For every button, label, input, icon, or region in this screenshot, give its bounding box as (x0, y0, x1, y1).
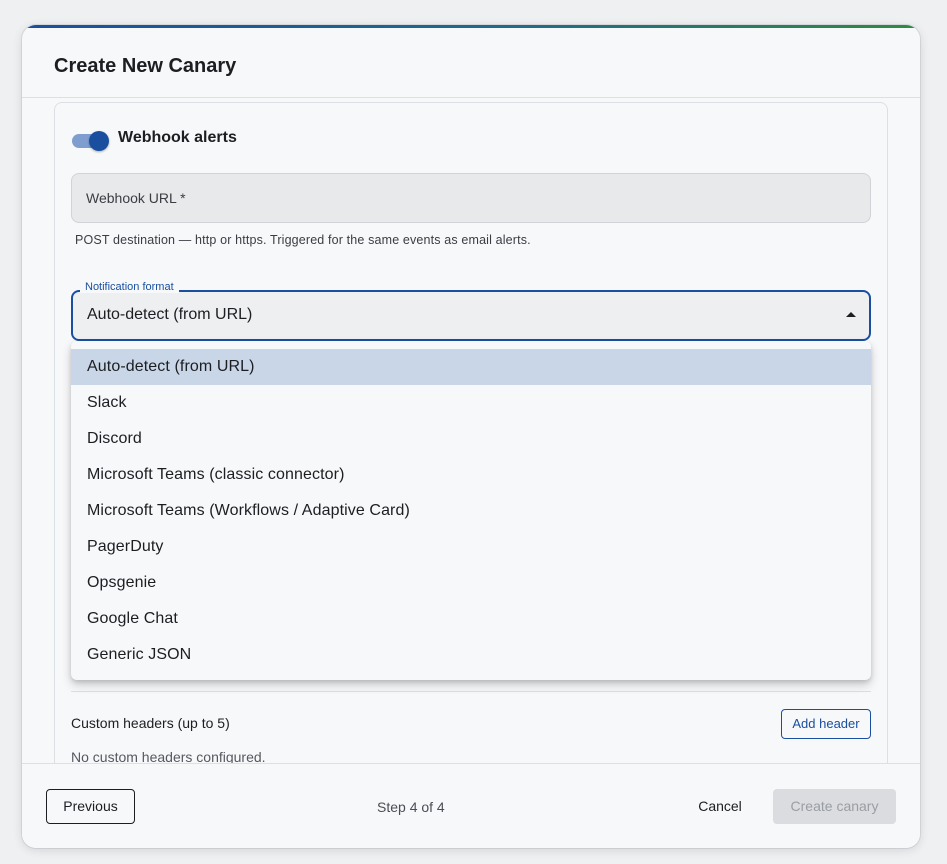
webhook-url-help: POST destination — http or https. Trigge… (75, 233, 531, 247)
menu-option-generic-json[interactable]: Generic JSON (71, 637, 871, 673)
title-divider (22, 97, 920, 98)
caret-up-icon (846, 312, 856, 317)
webhook-url-field[interactable]: Webhook URL * (71, 173, 871, 223)
menu-option-opsgenie[interactable]: Opsgenie (71, 565, 871, 601)
step-indicator: Step 4 of 4 (377, 799, 445, 815)
menu-option-google-chat[interactable]: Google Chat (71, 601, 871, 637)
menu-option-discord[interactable]: Discord (71, 421, 871, 457)
webhook-alerts-label: Webhook alerts (118, 129, 237, 146)
custom-headers-label: Custom headers (up to 5) (71, 715, 230, 731)
dialog-footer: Previous Step 4 of 4 Cancel Create canar… (22, 763, 920, 848)
section-divider (71, 691, 871, 692)
menu-option-teams-classic[interactable]: Microsoft Teams (classic connector) (71, 457, 871, 493)
notification-format-menu: Auto-detect (from URL) Slack Discord Mic… (71, 341, 871, 680)
menu-option-teams-workflows[interactable]: Microsoft Teams (Workflows / Adaptive Ca… (71, 493, 871, 529)
dialog-title: Create New Canary (54, 55, 237, 77)
accent-bar (22, 25, 920, 28)
create-canary-dialog: Create New Canary Webhook alerts Webhook… (22, 25, 920, 848)
toggle-thumb (89, 131, 109, 151)
add-header-button[interactable]: Add header (781, 709, 871, 739)
menu-option-auto-detect[interactable]: Auto-detect (from URL) (71, 349, 871, 385)
notification-format-legend: Notification format (80, 281, 179, 293)
menu-option-pagerduty[interactable]: PagerDuty (71, 529, 871, 565)
previous-button[interactable]: Previous (46, 789, 135, 824)
notification-format-value: Auto-detect (from URL) (87, 306, 253, 323)
create-canary-button[interactable]: Create canary (773, 789, 896, 824)
cancel-button[interactable]: Cancel (690, 789, 750, 824)
webhook-url-label: Webhook URL * (86, 190, 186, 206)
notification-format-select[interactable]: Auto-detect (from URL) (71, 290, 871, 341)
webhook-alerts-toggle[interactable] (72, 129, 109, 151)
menu-option-slack[interactable]: Slack (71, 385, 871, 421)
